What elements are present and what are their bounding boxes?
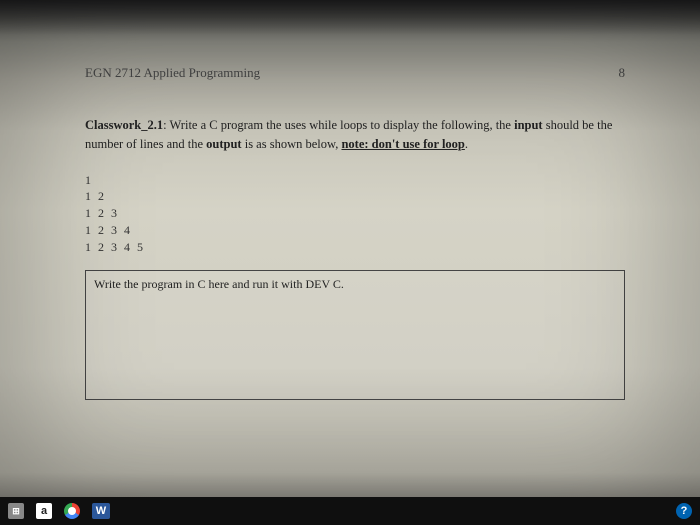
chrome-icon[interactable]	[64, 503, 80, 519]
help-icon[interactable]: ?	[676, 503, 692, 519]
store-icon[interactable]: ⊞	[8, 503, 24, 519]
period: .	[465, 137, 468, 151]
word-icon[interactable]: W	[92, 503, 110, 519]
windows-taskbar[interactable]: ⊞ a W ?	[0, 497, 700, 525]
page-number: 8	[619, 65, 626, 81]
course-title: EGN 2712 Applied Programming	[85, 65, 260, 81]
pattern-line: 1 2 3 4 5	[85, 239, 625, 256]
pattern-line: 1 2	[85, 188, 625, 205]
course-header: EGN 2712 Applied Programming 8	[85, 65, 625, 81]
prompt-text-3: is as shown below,	[242, 137, 342, 151]
pattern-line: 1 2 3 4	[85, 222, 625, 239]
pattern-line: 1	[85, 172, 625, 189]
note-text: note: don't use for loop	[341, 137, 464, 151]
pattern-line: 1 2 3	[85, 205, 625, 222]
code-answer-box: Write the program in C here and run it w…	[85, 270, 625, 400]
output-word: output	[206, 137, 241, 151]
page-top-shadow	[0, 0, 700, 35]
code-box-instruction: Write the program in C here and run it w…	[94, 277, 616, 292]
taskbar-tray: ?	[676, 503, 692, 519]
output-pattern: 1 1 2 1 2 3 1 2 3 4 1 2 3 4 5	[85, 172, 625, 256]
assignment-title: Classwork_2.1	[85, 118, 163, 132]
assignment-description: Classwork_2.1: Write a C program the use…	[85, 116, 625, 154]
amazon-icon[interactable]: a	[36, 503, 52, 519]
input-word: input	[514, 118, 543, 132]
prompt-text-1: : Write a C program the uses while loops…	[163, 118, 514, 132]
document-page: EGN 2712 Applied Programming 8 Classwork…	[20, 35, 680, 495]
